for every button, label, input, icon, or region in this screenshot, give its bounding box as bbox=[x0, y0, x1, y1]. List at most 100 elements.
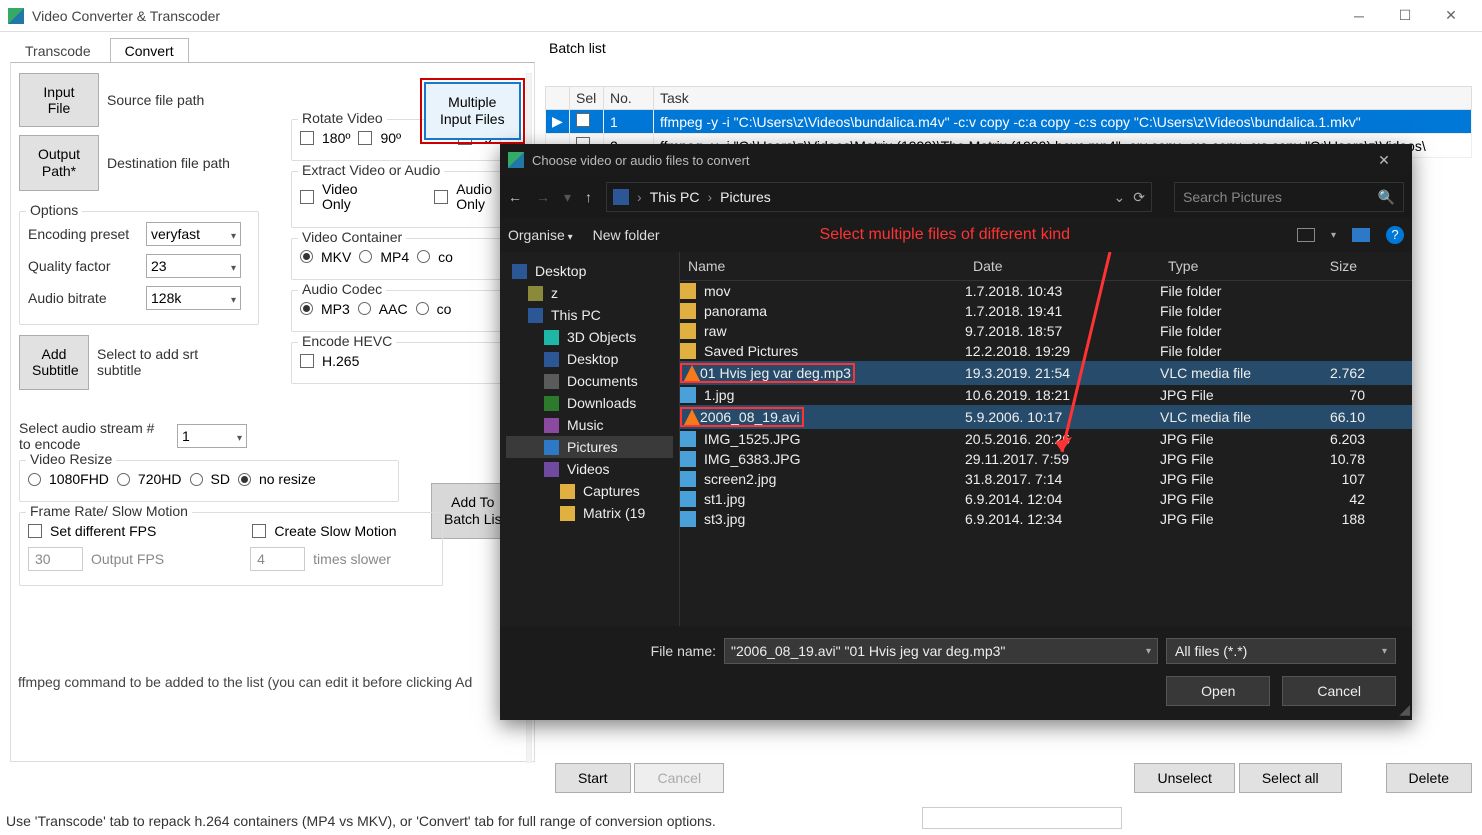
instruction-annotation: Select multiple files of different kind bbox=[820, 226, 1071, 244]
quality-factor-select[interactable]: 23 bbox=[146, 254, 241, 278]
view-mode-button[interactable] bbox=[1297, 228, 1315, 242]
col-name[interactable]: Name bbox=[680, 252, 965, 280]
resize-grip[interactable]: ◢ bbox=[1399, 701, 1410, 718]
tree-music[interactable]: Music bbox=[506, 414, 673, 436]
acodec-aac-radio[interactable] bbox=[358, 302, 371, 315]
file-row[interactable]: Saved Pictures12.2.2018. 19:29File folde… bbox=[680, 341, 1412, 361]
tree-this-pc[interactable]: This PC bbox=[506, 304, 673, 326]
batch-row[interactable]: ▶ 1 ffmpeg -y -i "C:\Users\z\Videos\bund… bbox=[546, 110, 1472, 134]
file-row[interactable]: mov1.7.2018. 10:43File folder bbox=[680, 281, 1412, 301]
file-row[interactable]: IMG_1525.JPG20.5.2016. 20:26JPG File6.20… bbox=[680, 429, 1412, 449]
col-type[interactable]: Type bbox=[1160, 252, 1310, 280]
audio-stream-select[interactable]: 1 bbox=[177, 424, 247, 448]
tree-videos[interactable]: Videos bbox=[506, 458, 673, 480]
tab-convert[interactable]: Convert bbox=[110, 38, 189, 63]
new-folder-button[interactable]: New folder bbox=[593, 227, 660, 243]
group-extract: Extract Video or Audio Video Only Audio … bbox=[291, 171, 501, 228]
file-row[interactable]: raw9.7.2018. 18:57File folder bbox=[680, 321, 1412, 341]
file-row[interactable]: 1.jpg10.6.2019. 18:21JPG File70 bbox=[680, 385, 1412, 405]
times-slower-input[interactable] bbox=[250, 547, 305, 571]
folder-icon bbox=[680, 283, 696, 299]
help-button[interactable]: ? bbox=[1386, 226, 1404, 244]
search-input[interactable]: Search Pictures 🔍 bbox=[1174, 182, 1404, 212]
batch-row-checkbox[interactable] bbox=[576, 113, 590, 127]
tree-user[interactable]: z bbox=[506, 282, 673, 304]
file-name-input[interactable]: "2006_08_19.avi" "01 Hvis jeg var deg.mp… bbox=[724, 638, 1158, 664]
container-co-radio[interactable] bbox=[417, 250, 430, 263]
main-titlebar: Video Converter & Transcoder ─ ☐ ✕ bbox=[0, 0, 1482, 32]
dialog-cancel-button[interactable]: Cancel bbox=[1282, 676, 1396, 706]
open-button[interactable]: Open bbox=[1166, 676, 1270, 706]
tree-pictures[interactable]: Pictures bbox=[506, 436, 673, 458]
crumb-pictures[interactable]: Pictures bbox=[720, 189, 771, 205]
dialog-title: Choose video or audio files to convert bbox=[532, 153, 1364, 168]
view-mode-dropdown-icon[interactable]: ▾ bbox=[1331, 230, 1336, 241]
nav-recent-button[interactable]: ▾ bbox=[564, 189, 571, 206]
tree-downloads[interactable]: Downloads bbox=[506, 392, 673, 414]
output-path-button[interactable]: Output Path* bbox=[19, 135, 99, 191]
file-row[interactable]: st1.jpg6.9.2014. 12:04JPG File42 bbox=[680, 489, 1412, 509]
col-date[interactable]: Date bbox=[965, 252, 1160, 280]
refresh-icon[interactable]: ⟳ bbox=[1133, 189, 1145, 206]
nav-forward-button[interactable]: → bbox=[536, 189, 550, 205]
acodec-mp3-radio[interactable] bbox=[300, 302, 313, 315]
audio-only-checkbox[interactable] bbox=[434, 190, 448, 204]
add-subtitle-button[interactable]: Add Subtitle bbox=[19, 335, 89, 391]
resize-none-radio[interactable] bbox=[238, 473, 251, 486]
dialog-close-button[interactable]: ✕ bbox=[1364, 152, 1404, 169]
status-bar-text: Use 'Transcode' tab to repack h.264 cont… bbox=[6, 813, 716, 829]
maximize-button[interactable]: ☐ bbox=[1382, 1, 1428, 31]
file-row[interactable]: 2006_08_19.avi5.9.2006. 10:17VLC media f… bbox=[680, 405, 1412, 429]
image-file-icon bbox=[680, 471, 696, 487]
start-button[interactable]: Start bbox=[555, 763, 631, 793]
group-hevc: Encode HEVC H.265 bbox=[291, 342, 501, 384]
input-file-button[interactable]: Input File bbox=[19, 73, 99, 127]
tree-desktop[interactable]: Desktop bbox=[506, 260, 673, 282]
tree-captures[interactable]: Captures bbox=[506, 480, 673, 502]
file-row[interactable]: 01 Hvis jeg var deg.mp319.3.2019. 21:54V… bbox=[680, 361, 1412, 385]
resize-720-radio[interactable] bbox=[117, 473, 130, 486]
crumb-this-pc[interactable]: This PC bbox=[650, 189, 700, 205]
multiple-input-highlight: Multiple Input Files bbox=[420, 78, 525, 144]
cancel-button[interactable]: Cancel bbox=[634, 763, 724, 793]
preview-pane-button[interactable] bbox=[1352, 228, 1370, 242]
unselect-button[interactable]: Unselect bbox=[1134, 763, 1234, 793]
file-row[interactable]: st3.jpg6.9.2014. 12:34JPG File188 bbox=[680, 509, 1412, 529]
tree-3d-objects[interactable]: 3D Objects bbox=[506, 326, 673, 348]
tree-desktop-folder[interactable]: Desktop bbox=[506, 348, 673, 370]
group-resize: Video Resize 1080FHD 720HD SD no resize bbox=[19, 460, 399, 502]
video-only-checkbox[interactable] bbox=[300, 190, 314, 204]
nav-up-button[interactable]: ↑ bbox=[585, 189, 592, 205]
h265-checkbox[interactable] bbox=[300, 354, 314, 368]
tab-transcode[interactable]: Transcode bbox=[10, 38, 106, 63]
tree-matrix[interactable]: Matrix (19 bbox=[506, 502, 673, 524]
organise-button[interactable]: Organise bbox=[508, 227, 573, 243]
resize-1080-radio[interactable] bbox=[28, 473, 41, 486]
status-input[interactable] bbox=[922, 807, 1122, 829]
close-button[interactable]: ✕ bbox=[1428, 1, 1474, 31]
container-mkv-radio[interactable] bbox=[300, 250, 313, 263]
delete-button[interactable]: Delete bbox=[1386, 763, 1472, 793]
select-all-button[interactable]: Select all bbox=[1239, 763, 1342, 793]
col-size[interactable]: Size bbox=[1310, 252, 1365, 280]
acodec-co-radio[interactable] bbox=[416, 302, 429, 315]
multiple-input-files-button[interactable]: Multiple Input Files bbox=[424, 82, 521, 140]
encoding-preset-select[interactable]: veryfast bbox=[146, 222, 241, 246]
file-type-filter[interactable]: All files (*.*)▾ bbox=[1166, 638, 1396, 664]
file-row[interactable]: screen2.jpg31.8.2017. 7:14JPG File107 bbox=[680, 469, 1412, 489]
rotate-90-checkbox[interactable] bbox=[358, 131, 372, 145]
fps-input[interactable] bbox=[28, 547, 83, 571]
container-mp4-radio[interactable] bbox=[359, 250, 372, 263]
breadcrumb[interactable]: › This PC › Pictures ⌄⟳ bbox=[606, 182, 1152, 212]
slow-motion-checkbox[interactable] bbox=[252, 524, 266, 538]
set-fps-checkbox[interactable] bbox=[28, 524, 42, 538]
file-row[interactable]: IMG_6383.JPG29.11.2017. 7:59JPG File10.7… bbox=[680, 449, 1412, 469]
rotate-180-checkbox[interactable] bbox=[300, 131, 314, 145]
breadcrumb-dropdown-icon[interactable]: ⌄ bbox=[1114, 189, 1126, 206]
minimize-button[interactable]: ─ bbox=[1336, 1, 1382, 31]
audio-bitrate-select[interactable]: 128k bbox=[146, 286, 241, 310]
file-row[interactable]: panorama1.7.2018. 19:41File folder bbox=[680, 301, 1412, 321]
tree-documents[interactable]: Documents bbox=[506, 370, 673, 392]
resize-sd-radio[interactable] bbox=[190, 473, 203, 486]
nav-back-button[interactable]: ← bbox=[508, 189, 522, 205]
